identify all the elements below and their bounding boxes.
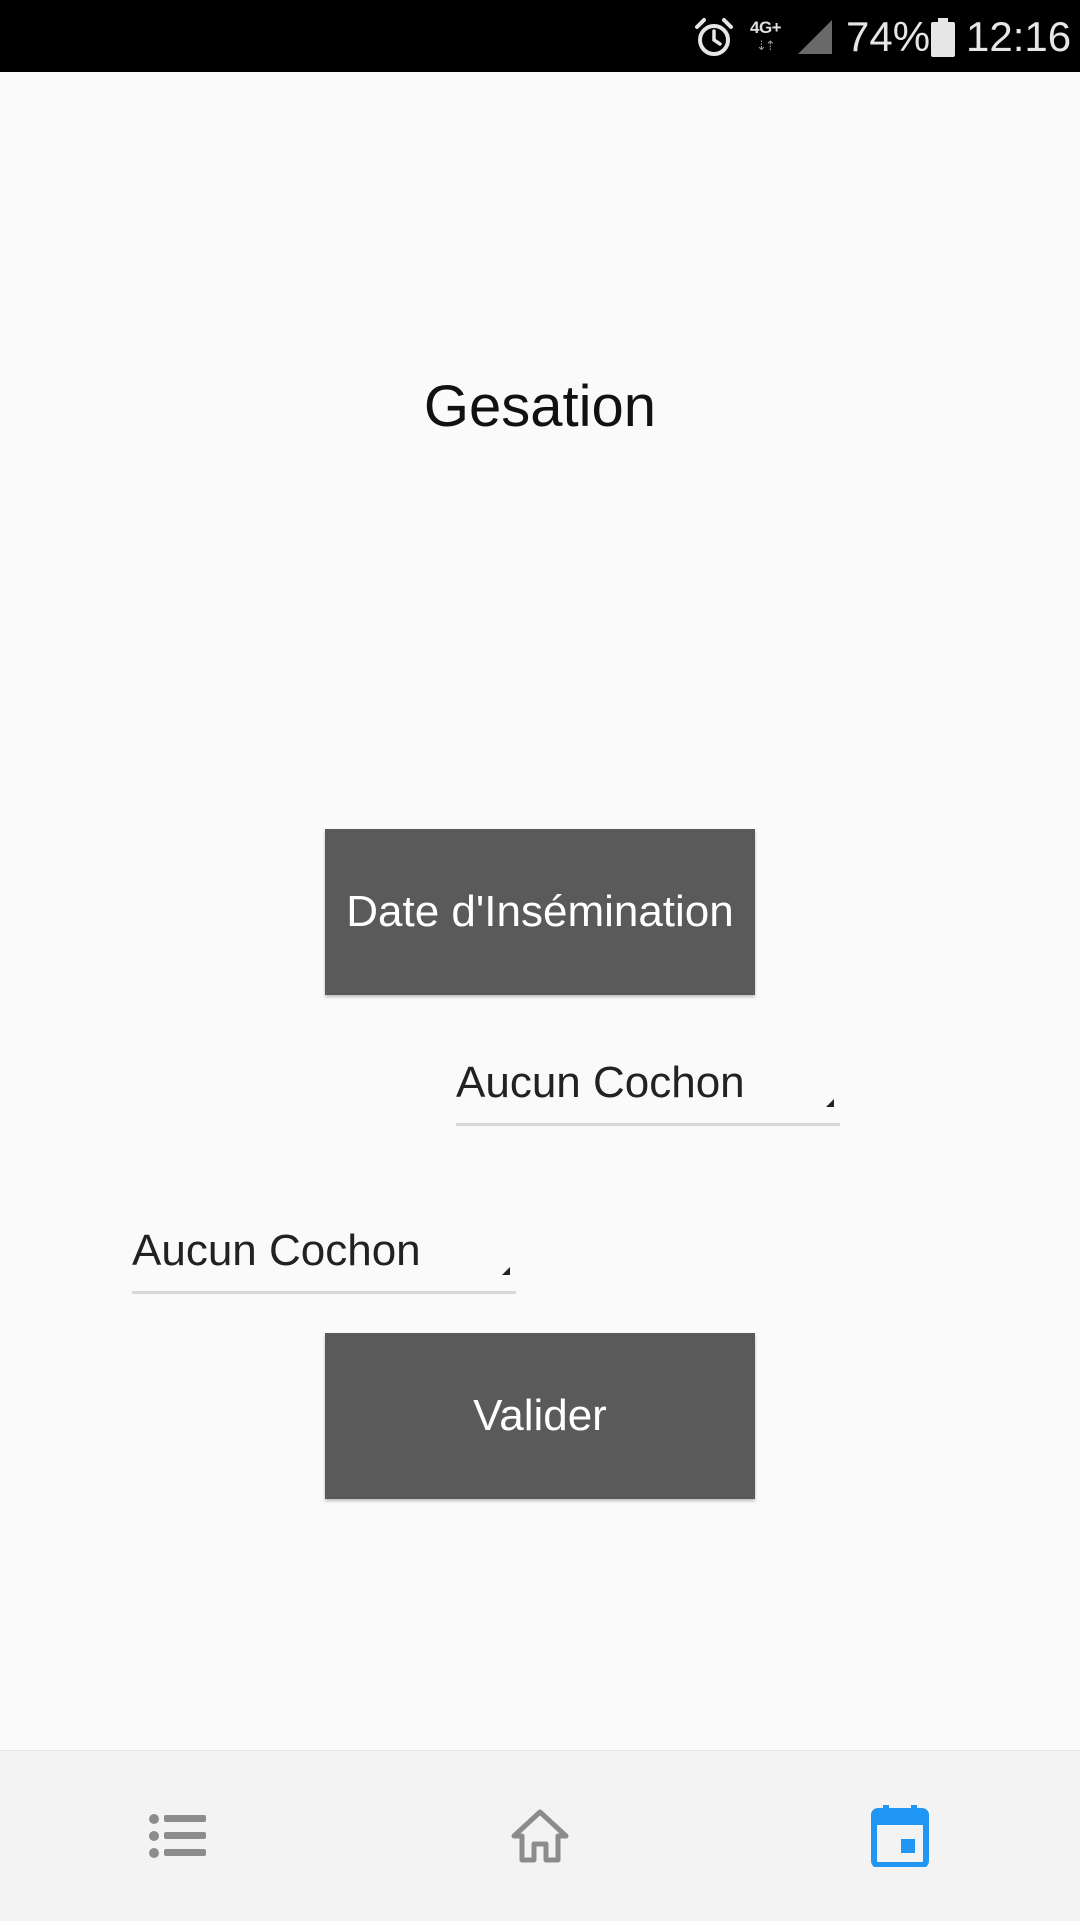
dropdown-arrow-icon bbox=[502, 1267, 510, 1275]
signal-icon bbox=[798, 20, 832, 54]
validate-button[interactable]: Valider bbox=[325, 1333, 755, 1499]
nav-item-home[interactable] bbox=[440, 1751, 640, 1921]
pig-select-1[interactable]: Aucun Cochon bbox=[456, 1043, 840, 1126]
status-bar: 4G+ ⇣⇡ 74% 12:16 bbox=[0, 0, 1080, 72]
pig-select-2-value: Aucun Cochon bbox=[132, 1226, 421, 1275]
pig-select-1-value: Aucun Cochon bbox=[456, 1058, 745, 1107]
calendar-icon bbox=[871, 1805, 929, 1867]
nav-item-list[interactable] bbox=[78, 1751, 278, 1921]
alarm-icon bbox=[695, 18, 733, 56]
dropdown-arrow-icon bbox=[826, 1099, 834, 1107]
status-clock: 12:16 bbox=[966, 13, 1072, 60]
nav-item-calendar[interactable] bbox=[800, 1751, 1000, 1921]
battery-icon bbox=[931, 18, 955, 57]
insemination-date-button[interactable]: Date d'Insémination bbox=[325, 829, 755, 995]
battery-percent: 74% bbox=[846, 13, 931, 60]
pig-select-2[interactable]: Aucun Cochon bbox=[132, 1211, 516, 1294]
list-icon bbox=[149, 1814, 206, 1858]
home-icon bbox=[511, 1809, 569, 1863]
bottom-navigation bbox=[0, 1750, 1080, 1921]
page-title: Gesation bbox=[423, 374, 657, 439]
network-4g-icon: 4G+ ⇣⇡ bbox=[750, 18, 782, 53]
